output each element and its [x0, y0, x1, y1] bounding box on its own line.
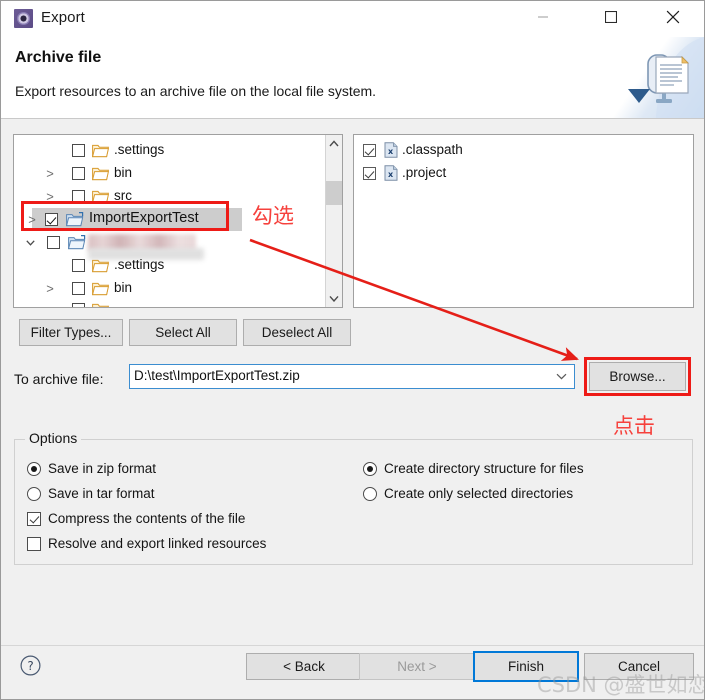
watermark: CSDN @盛世如恋 [537, 673, 705, 697]
row-checkbox[interactable] [363, 167, 376, 180]
export-dialog: Export Archive file Export resources to … [0, 0, 705, 700]
browse-button[interactable]: Browse... [589, 362, 686, 391]
row-checkbox[interactable] [72, 144, 85, 157]
archive-export-banner-icon [612, 37, 704, 118]
scroll-down-arrow[interactable] [326, 290, 342, 307]
close-icon[interactable] [650, 1, 696, 32]
expand-twisty[interactable] [42, 139, 58, 162]
row-checkbox[interactable] [72, 167, 85, 180]
tree-row[interactable] [14, 231, 342, 260]
expand-twisty[interactable]: > [24, 208, 40, 231]
option-create-selected-directories[interactable]: Create only selected directories [363, 486, 573, 501]
page-description: Export resources to an archive file on t… [15, 83, 377, 99]
wizard-header: Archive file Export resources to an arch… [1, 37, 704, 119]
minimize-icon[interactable] [520, 1, 566, 32]
list-item-label: .classpath [402, 142, 463, 157]
row-checkbox[interactable] [72, 303, 85, 307]
folder-icon [91, 258, 110, 273]
svg-text:?: ? [27, 659, 33, 673]
option-save-zip[interactable]: Save in zip format [27, 461, 156, 476]
filter-types-button[interactable]: Filter Types... [19, 319, 123, 346]
radio-indicator[interactable] [363, 461, 377, 476]
select-all-button[interactable]: Select All [129, 319, 237, 346]
list-item-label: .project [402, 165, 447, 180]
file-list-panel[interactable]: x .classpath x .project [353, 134, 694, 308]
option-label: Save in zip format [48, 461, 157, 476]
expand-twisty[interactable]: > [42, 185, 58, 208]
maximize-icon[interactable] [588, 1, 634, 32]
option-label: Save in tar format [48, 486, 155, 501]
row-checkbox[interactable] [363, 144, 376, 157]
archive-file-value[interactable]: D:\test\ImportExportTest.zip [134, 368, 300, 383]
list-item[interactable]: x .classpath [354, 139, 693, 162]
tree-row[interactable]: > bin [14, 162, 342, 185]
tree-row-label: .settings [114, 257, 165, 272]
folder-icon [92, 302, 110, 307]
list-item[interactable]: x .project [354, 162, 693, 185]
folder-icon [91, 281, 110, 296]
radio-indicator[interactable] [363, 486, 377, 501]
archive-file-input[interactable]: D:\test\ImportExportTest.zip [129, 364, 575, 389]
checkbox-indicator[interactable] [27, 536, 41, 551]
tree-scrollbar[interactable] [325, 135, 342, 307]
row-checkbox[interactable] [72, 282, 85, 295]
xml-file-icon: x [384, 165, 401, 181]
row-checkbox[interactable] [72, 190, 85, 203]
option-label: Create directory structure for files [384, 461, 584, 476]
footer-divider [1, 645, 704, 646]
back-button[interactable]: < Back [246, 653, 362, 680]
checkbox-indicator[interactable] [27, 511, 41, 526]
collapse-twisty[interactable] [22, 231, 38, 254]
chevron-down-icon[interactable] [551, 365, 571, 388]
scroll-up-arrow[interactable] [326, 135, 342, 152]
folder-icon [91, 143, 110, 158]
row-checkbox[interactable] [47, 236, 60, 249]
scrollbar-thumb[interactable] [326, 181, 342, 205]
option-create-directory-structure[interactable]: Create directory structure for files [363, 461, 584, 476]
export-gear-icon [14, 9, 33, 28]
project-folder-icon [65, 212, 84, 227]
row-checkbox[interactable] [72, 259, 85, 272]
tree-row-label: bin [114, 280, 133, 295]
folder-icon [91, 189, 110, 204]
tree-row[interactable]: .settings [14, 139, 342, 162]
tree-row[interactable]: > bin [14, 277, 342, 300]
radio-indicator[interactable] [27, 461, 41, 476]
radio-indicator[interactable] [27, 486, 41, 501]
page-title: Archive file [15, 49, 102, 66]
option-label: Resolve and export linked resources [48, 536, 267, 551]
option-label: Compress the contents of the file [48, 511, 246, 526]
option-compress-contents[interactable]: Compress the contents of the file [27, 511, 245, 526]
tree-row-label: .settings [114, 142, 165, 157]
tree-row[interactable]: .settings [14, 254, 342, 277]
svg-text:x: x [388, 147, 394, 156]
option-label: Create only selected directories [384, 486, 574, 501]
row-checkbox[interactable] [45, 213, 58, 226]
option-save-tar[interactable]: Save in tar format [27, 486, 155, 501]
expand-twisty[interactable]: > [42, 277, 58, 300]
tree-row-label: ImportExportTest [89, 210, 199, 226]
options-legend: Options [25, 430, 82, 446]
tree-row-selected[interactable]: ImportExportTest [32, 208, 242, 231]
annotation-click-note: 点击 [613, 414, 655, 438]
archive-file-label: To archive file: [14, 371, 104, 387]
tree-row-partial[interactable] [14, 300, 342, 307]
expand-twisty[interactable]: > [42, 162, 58, 185]
option-resolve-linked[interactable]: Resolve and export linked resources [27, 536, 266, 551]
svg-text:x: x [388, 170, 394, 179]
help-question-icon[interactable]: ? [20, 655, 41, 676]
xml-file-icon: x [384, 142, 401, 158]
tree-row-label: bin [114, 165, 133, 180]
deselect-all-button[interactable]: Deselect All [243, 319, 351, 346]
folder-icon [91, 166, 110, 181]
title-bar: Export [1, 1, 704, 37]
tree-row-label: src [114, 188, 132, 203]
window-title: Export [41, 9, 85, 26]
annotation-check-note: 勾选 [252, 204, 294, 228]
next-button: Next > [359, 653, 475, 680]
project-folder-icon [67, 235, 86, 250]
